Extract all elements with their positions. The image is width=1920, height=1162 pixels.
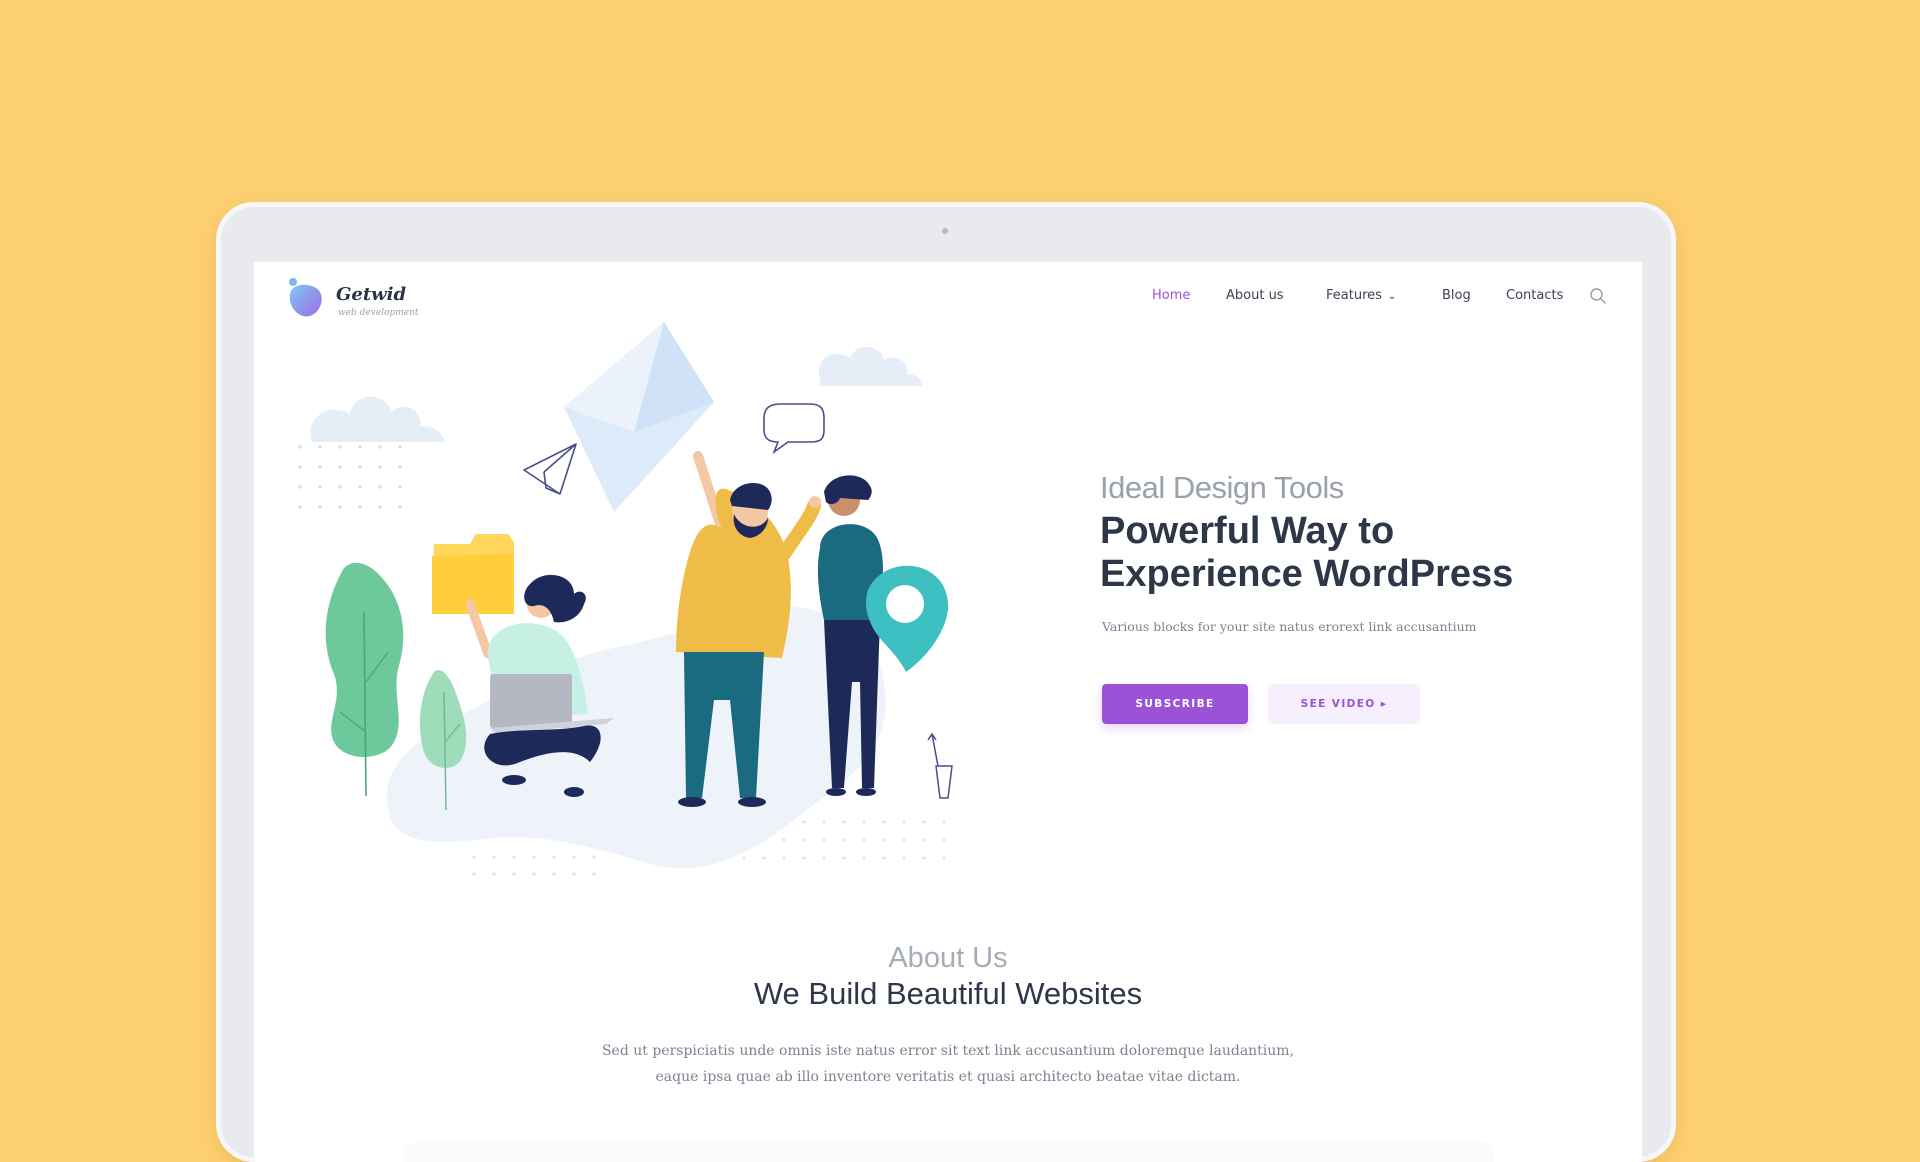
hero-headline-line1: Powerful Way to bbox=[1100, 510, 1395, 552]
tree-large-icon bbox=[325, 562, 404, 797]
about-eyebrow: About Us bbox=[888, 942, 1008, 974]
nav-item-home[interactable]: Home bbox=[1152, 288, 1190, 303]
nav-item-contacts[interactable]: Contacts bbox=[1506, 288, 1563, 303]
see-video-button[interactable]: SEE VIDEO ▸ bbox=[1268, 684, 1420, 724]
about-body-line2: eaque ipsa quae ab illo inventore verita… bbox=[655, 1069, 1241, 1085]
dot-grid-left bbox=[298, 445, 402, 509]
hero-illustration bbox=[298, 322, 953, 876]
pencil-cup-icon bbox=[927, 732, 953, 799]
subscribe-button[interactable]: SUBSCRIBE bbox=[1102, 684, 1248, 724]
nav-item-features-label: Features bbox=[1326, 288, 1382, 303]
hero-headline-line2: Experience WordPress bbox=[1100, 553, 1514, 595]
content-card-edge bbox=[404, 1142, 1494, 1162]
nav-item-blog[interactable]: Blog bbox=[1442, 288, 1471, 303]
about-body: Sed ut perspiciatis unde omnis iste natu… bbox=[598, 1038, 1298, 1090]
website-screen: Getwid web development Home About us Fea… bbox=[254, 262, 1642, 1162]
speech-bubble-icon bbox=[763, 403, 825, 455]
about-title: We Build Beautiful Websites bbox=[753, 976, 1143, 1011]
hero-subtitle: Various blocks for your site natus erore… bbox=[1102, 619, 1477, 634]
brand-name: Getwid bbox=[336, 284, 407, 305]
nav-item-about[interactable]: About us bbox=[1226, 288, 1284, 303]
logo-blob-icon bbox=[289, 278, 322, 317]
paper-plane-icon bbox=[523, 443, 577, 495]
laptop-frame: Getwid web development Home About us Fea… bbox=[216, 202, 1676, 1162]
search-icon[interactable] bbox=[1588, 286, 1608, 306]
hero-eyebrow: Ideal Design Tools bbox=[1100, 470, 1344, 505]
nav-item-features[interactable]: Features ⌄ bbox=[1326, 288, 1396, 303]
cloud-right-icon bbox=[818, 346, 922, 386]
chevron-down-icon: ⌄ bbox=[1387, 291, 1397, 302]
hero-headline: Powerful Way to Experience WordPress bbox=[1100, 510, 1620, 596]
brand-tagline: web development bbox=[338, 308, 419, 318]
cloud-left-icon bbox=[310, 396, 444, 442]
envelope-icon bbox=[564, 322, 714, 512]
brand-logo[interactable]: Getwid web development bbox=[282, 270, 442, 324]
camera-dot bbox=[942, 228, 948, 234]
about-body-line1: Sed ut perspiciatis unde omnis iste natu… bbox=[601, 1043, 1295, 1059]
